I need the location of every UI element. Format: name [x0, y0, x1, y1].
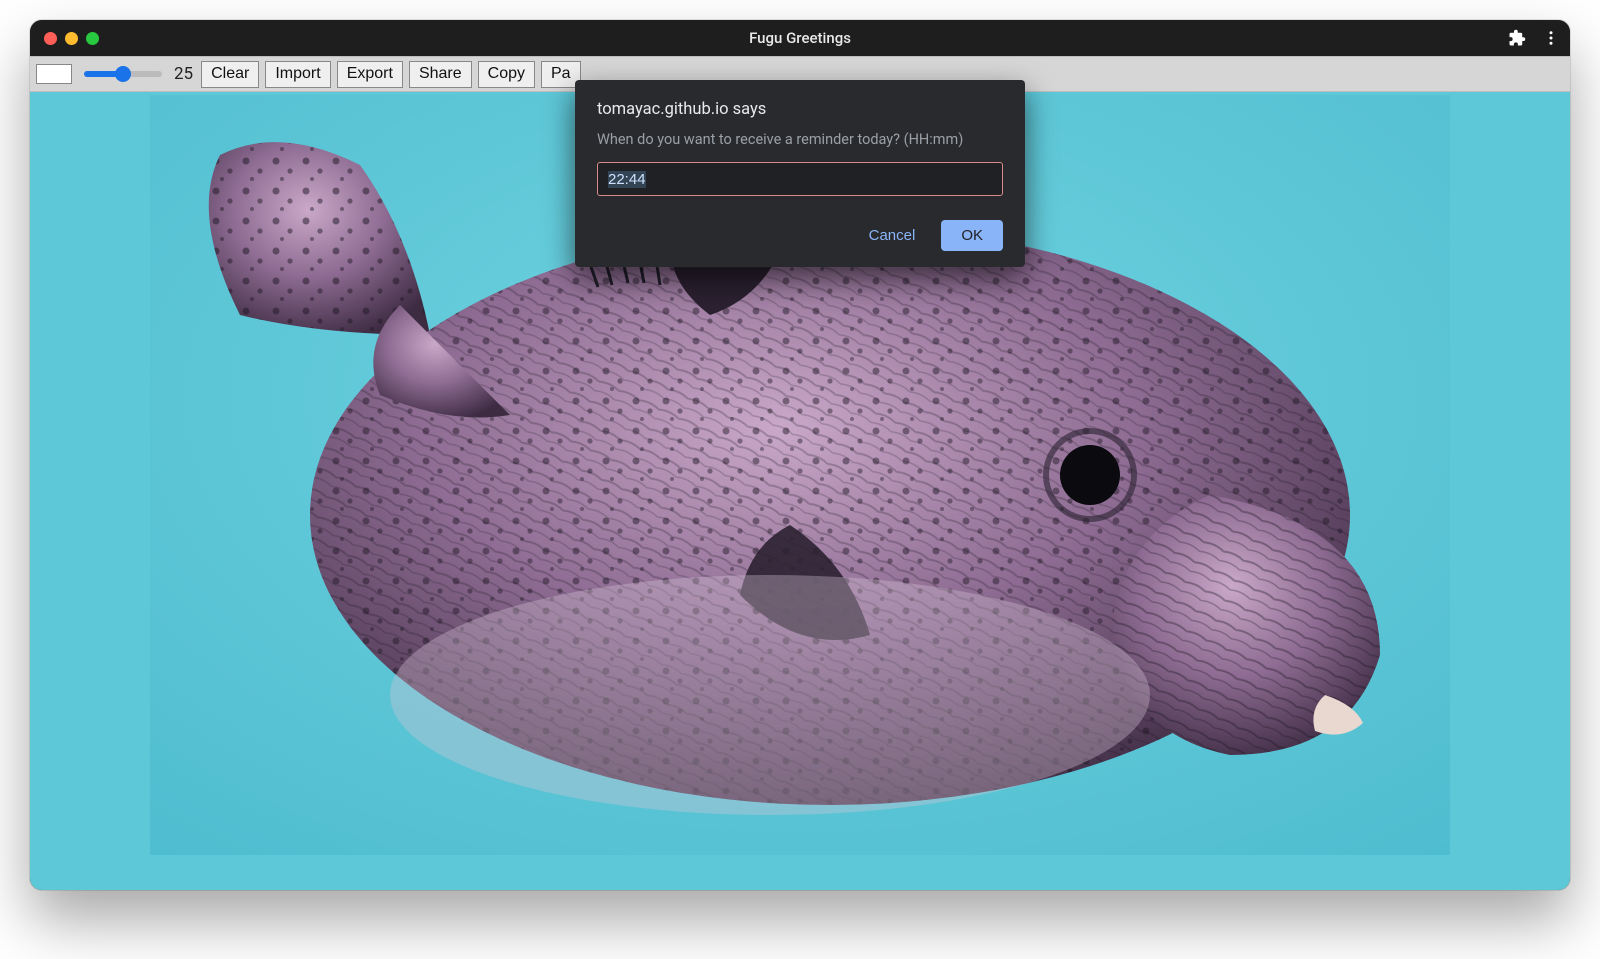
window-controls — [30, 32, 99, 45]
share-button[interactable]: Share — [409, 61, 472, 88]
close-window-icon[interactable] — [44, 32, 57, 45]
import-button[interactable]: Import — [265, 61, 330, 88]
cancel-button[interactable]: Cancel — [855, 220, 930, 251]
dialog-origin: tomayac.github.io says — [597, 100, 1003, 119]
kebab-menu-icon[interactable] — [1542, 29, 1560, 47]
app-window: Fugu Greetings 25 Clear Import Export Sh… — [30, 20, 1570, 890]
extensions-icon[interactable] — [1508, 29, 1526, 47]
titlebar: Fugu Greetings — [30, 20, 1570, 56]
export-button[interactable]: Export — [337, 61, 403, 88]
copy-button[interactable]: Copy — [478, 61, 535, 88]
minimize-window-icon[interactable] — [65, 32, 78, 45]
brush-size-value: 25 — [174, 64, 195, 84]
window-title: Fugu Greetings — [30, 29, 1570, 47]
color-swatch[interactable] — [36, 64, 72, 84]
clear-button[interactable]: Clear — [201, 61, 259, 88]
js-prompt-dialog: tomayac.github.io says When do you want … — [575, 80, 1025, 267]
dialog-input[interactable] — [597, 162, 1003, 196]
brush-size-slider[interactable] — [84, 71, 162, 77]
dialog-message: When do you want to receive a reminder t… — [597, 131, 1003, 148]
maximize-window-icon[interactable] — [86, 32, 99, 45]
ok-button[interactable]: OK — [941, 220, 1003, 251]
slider-thumb-icon[interactable] — [115, 66, 131, 82]
